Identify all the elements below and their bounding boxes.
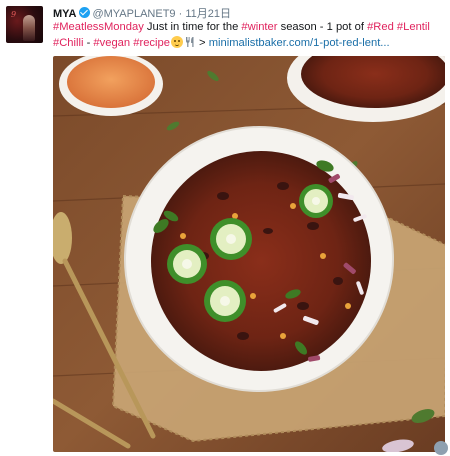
yum-face-emoji-icon — [170, 35, 183, 48]
hashtag-winter[interactable]: #winter — [241, 21, 277, 33]
tweet-header: MYA @MYAPLANET9 · 11月21日 — [53, 5, 446, 20]
hashtag-meatlessmonday[interactable]: #MeatlessMonday — [53, 21, 144, 33]
text-segment: > — [195, 36, 209, 49]
hashtag-red[interactable]: #Red — [367, 21, 394, 33]
meta-separator: · — [178, 8, 183, 20]
red-lentils — [67, 56, 155, 108]
hashtag-lentil[interactable]: #Lentil — [397, 21, 430, 33]
author-handle[interactable]: @MYAPLANET9 — [92, 8, 175, 20]
corner-icon — [434, 441, 448, 455]
avatar[interactable]: 9 — [6, 6, 43, 43]
fork-knife-icon — [185, 36, 194, 47]
avatar-figure — [23, 15, 35, 41]
tweet-card: 9 MYA @MYAPLANET9 · 11月21日 #MeatlessMonda… — [0, 0, 450, 456]
tweet-media-image[interactable] — [53, 56, 445, 452]
tweet-text-line-2: #Chilli - #vegan #recipe > minimalistbak… — [53, 35, 447, 52]
avatar-logo: 9 — [11, 10, 17, 19]
tweet-text: #MeatlessMonday Just in time for the #wi… — [53, 20, 447, 51]
text-segment: Just in time for the — [143, 21, 242, 33]
tweet-date[interactable]: 11月21日 — [185, 8, 231, 20]
recipe-link[interactable]: minimalistbaker.com/1-pot-red-lent... — [209, 37, 390, 49]
tweet-text-line-1: #MeatlessMonday Just in time for the #wi… — [53, 20, 447, 36]
text-segment: season - 1 pot of — [277, 21, 368, 33]
hashtag-recipe[interactable]: #recipe — [133, 37, 170, 49]
hashtag-chilli[interactable]: #Chilli — [53, 37, 83, 49]
verified-badge-icon — [79, 7, 91, 18]
author-name[interactable]: MYA — [53, 8, 76, 20]
chilli-bowl-photo — [53, 56, 445, 452]
text-segment: - — [83, 36, 94, 49]
hashtag-vegan[interactable]: #vegan — [93, 37, 130, 49]
